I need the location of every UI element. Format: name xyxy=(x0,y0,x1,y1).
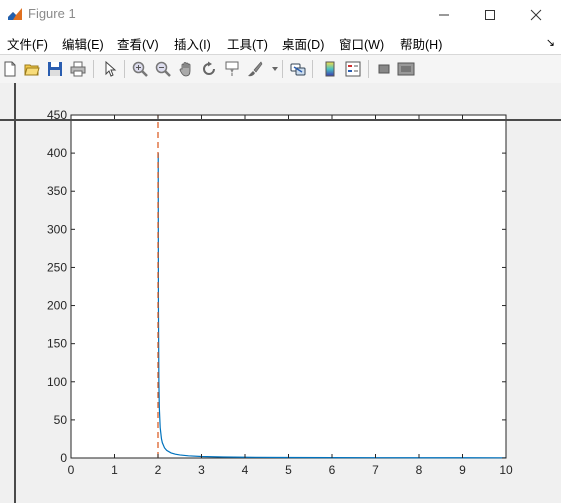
crosshair-horizontal xyxy=(0,119,561,121)
line-plot[interactable]: 0 1 2 3 4 5 6 7 8 9 10050100150200250300350400450 xyxy=(0,0,561,503)
y-tick-label: 50 xyxy=(54,413,68,427)
y-tick-label: 350 xyxy=(47,184,67,198)
y-tick-label: 400 xyxy=(47,146,67,160)
x-tick-label: 4 xyxy=(242,463,249,477)
y-tick-label: 150 xyxy=(47,337,67,351)
y-tick-label: 100 xyxy=(47,375,67,389)
y-tick-label: 0 xyxy=(60,451,67,465)
crosshair-vertical xyxy=(14,83,16,503)
x-tick-label: 1 xyxy=(111,463,118,477)
y-tick-label: 200 xyxy=(47,299,67,313)
x-tick-label: 5 xyxy=(285,463,292,477)
x-tick-label: 2 xyxy=(155,463,162,477)
y-tick-label: 250 xyxy=(47,260,67,274)
x-tick-label: 3 xyxy=(198,463,205,477)
axes-box xyxy=(70,114,507,459)
x-tick-label: 8 xyxy=(416,463,423,477)
x-tick-label: 10 xyxy=(499,463,513,477)
x-tick-label: 9 xyxy=(459,463,466,477)
x-tick-label: 6 xyxy=(329,463,336,477)
x-tick-label: 7 xyxy=(372,463,379,477)
x-tick-label: 0 xyxy=(68,463,75,477)
y-tick-label: 300 xyxy=(47,222,67,236)
